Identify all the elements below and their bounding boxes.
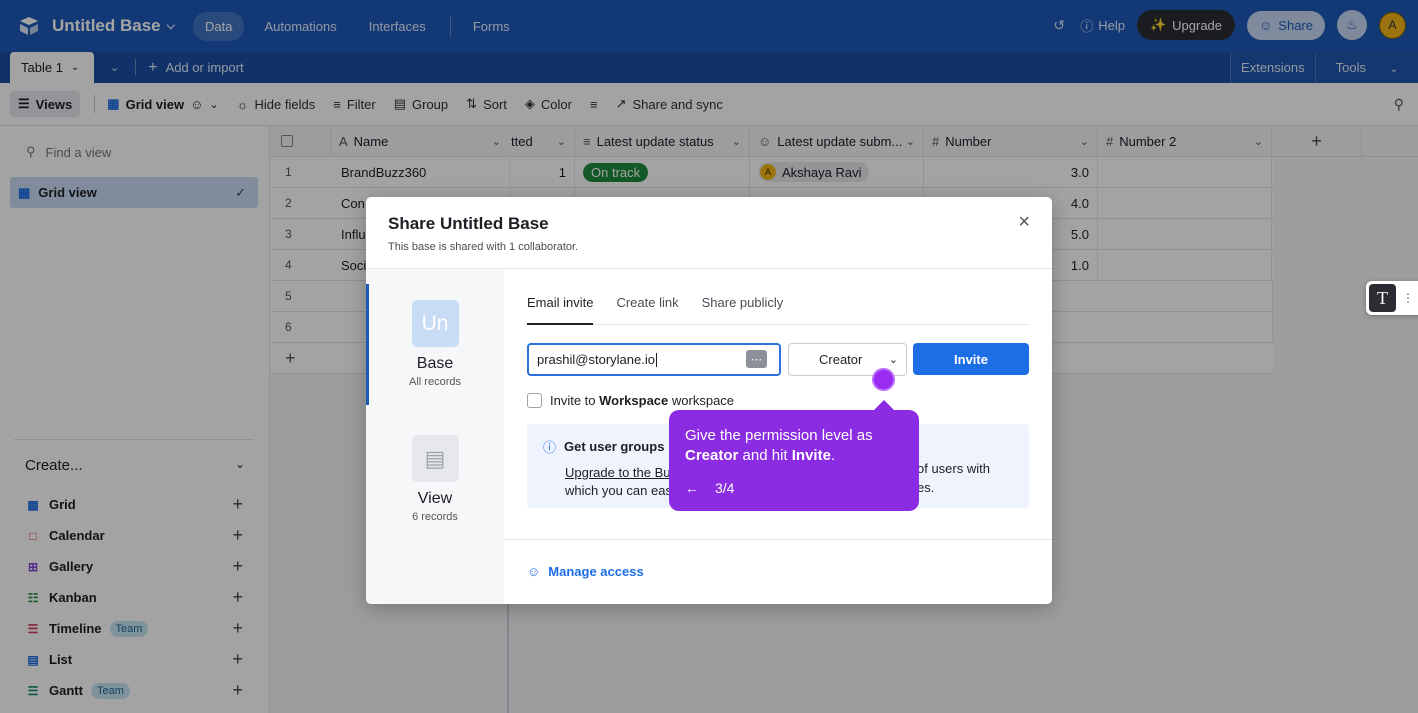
text-cursor-icon[interactable]: T (1369, 284, 1396, 312)
close-icon[interactable]: × (1018, 211, 1030, 234)
manage-access-link[interactable]: ☺ Manage access (527, 564, 644, 579)
share-tabs: Email invite Create link Share publicly (527, 295, 1029, 325)
invite-workspace-suffix: workspace (668, 393, 735, 408)
scope-name: Base (416, 355, 454, 372)
tip-mid: and hit (738, 447, 792, 464)
users-icon: ☺ (527, 564, 541, 579)
arrow-left-icon[interactable]: ← (685, 480, 699, 496)
floating-text-tool[interactable]: T ⋮⋮ (1366, 281, 1418, 315)
invite-workspace-prefix: Invite to (550, 393, 600, 408)
tip-end: . (830, 447, 836, 464)
info-line-1-tail: of users with (917, 461, 990, 476)
tour-step-counter: 3/4 (715, 480, 735, 496)
permission-value: Creator (819, 352, 863, 367)
tab-create-link[interactable]: Create link (616, 295, 678, 325)
share-scope-panel: Un Base All records ▤ View 6 records (366, 269, 504, 604)
more-options-icon[interactable]: ⋯ (746, 350, 767, 368)
scope-meta: All records (409, 376, 461, 388)
info-heading-text: Get user groups (564, 439, 665, 454)
email-field[interactable]: prashil@storylane.io ⋯ (527, 343, 781, 376)
tab-email-invite[interactable]: Email invite (527, 295, 594, 325)
base-tile: Un (411, 300, 459, 347)
tip-bold-creator: Creator (685, 447, 739, 464)
tour-tooltip-text: Give the permission level as Creator and… (685, 426, 903, 466)
modal-header: Share Untitled Base This base is shared … (366, 197, 1052, 269)
checkbox[interactable] (527, 393, 542, 408)
view-tile: ▤ (411, 435, 459, 482)
scope-name: View (417, 490, 453, 507)
drag-handle-icon[interactable]: ⋮⋮ (1402, 291, 1418, 305)
share-base-modal: Share Untitled Base This base is shared … (366, 197, 1052, 604)
email-value: prashil@storylane.io (537, 352, 655, 367)
upgrade-link[interactable]: Upgrade to the Bu (565, 465, 671, 480)
scope-meta: 6 records (412, 511, 458, 523)
info-line-2-tail: es. (917, 480, 935, 495)
invite-button[interactable]: Invite (913, 343, 1029, 375)
tab-share-publicly[interactable]: Share publicly (702, 295, 784, 325)
invite-workspace-checkbox[interactable]: Invite to Workspace workspace (527, 393, 734, 408)
tip-prefix: Give the permission level as (685, 427, 873, 444)
modal-subtitle: This base is shared with 1 collaborator. (388, 241, 579, 253)
modal-divider (504, 539, 1052, 540)
tour-tooltip-footer: ← 3/4 (685, 480, 903, 496)
chevron-down-icon: ⌄ (888, 354, 898, 366)
invite-workspace-label: Invite to Workspace workspace (550, 393, 734, 408)
tour-tooltip: Give the permission level as Creator and… (669, 400, 919, 511)
scope-view[interactable]: ▤ View 6 records (366, 435, 504, 523)
modal-title: Share Untitled Base (388, 214, 549, 233)
list-icon: ▤ (424, 445, 446, 471)
manage-access-label: Manage access (548, 564, 644, 579)
base-tile-text: Un (421, 311, 449, 335)
tour-hotspot[interactable] (872, 368, 895, 391)
scope-base[interactable]: Un Base All records (366, 300, 504, 388)
workspace-name: Workspace (599, 393, 669, 408)
info-icon: ⓘ (543, 440, 557, 455)
tip-bold-invite: Invite (791, 447, 831, 464)
